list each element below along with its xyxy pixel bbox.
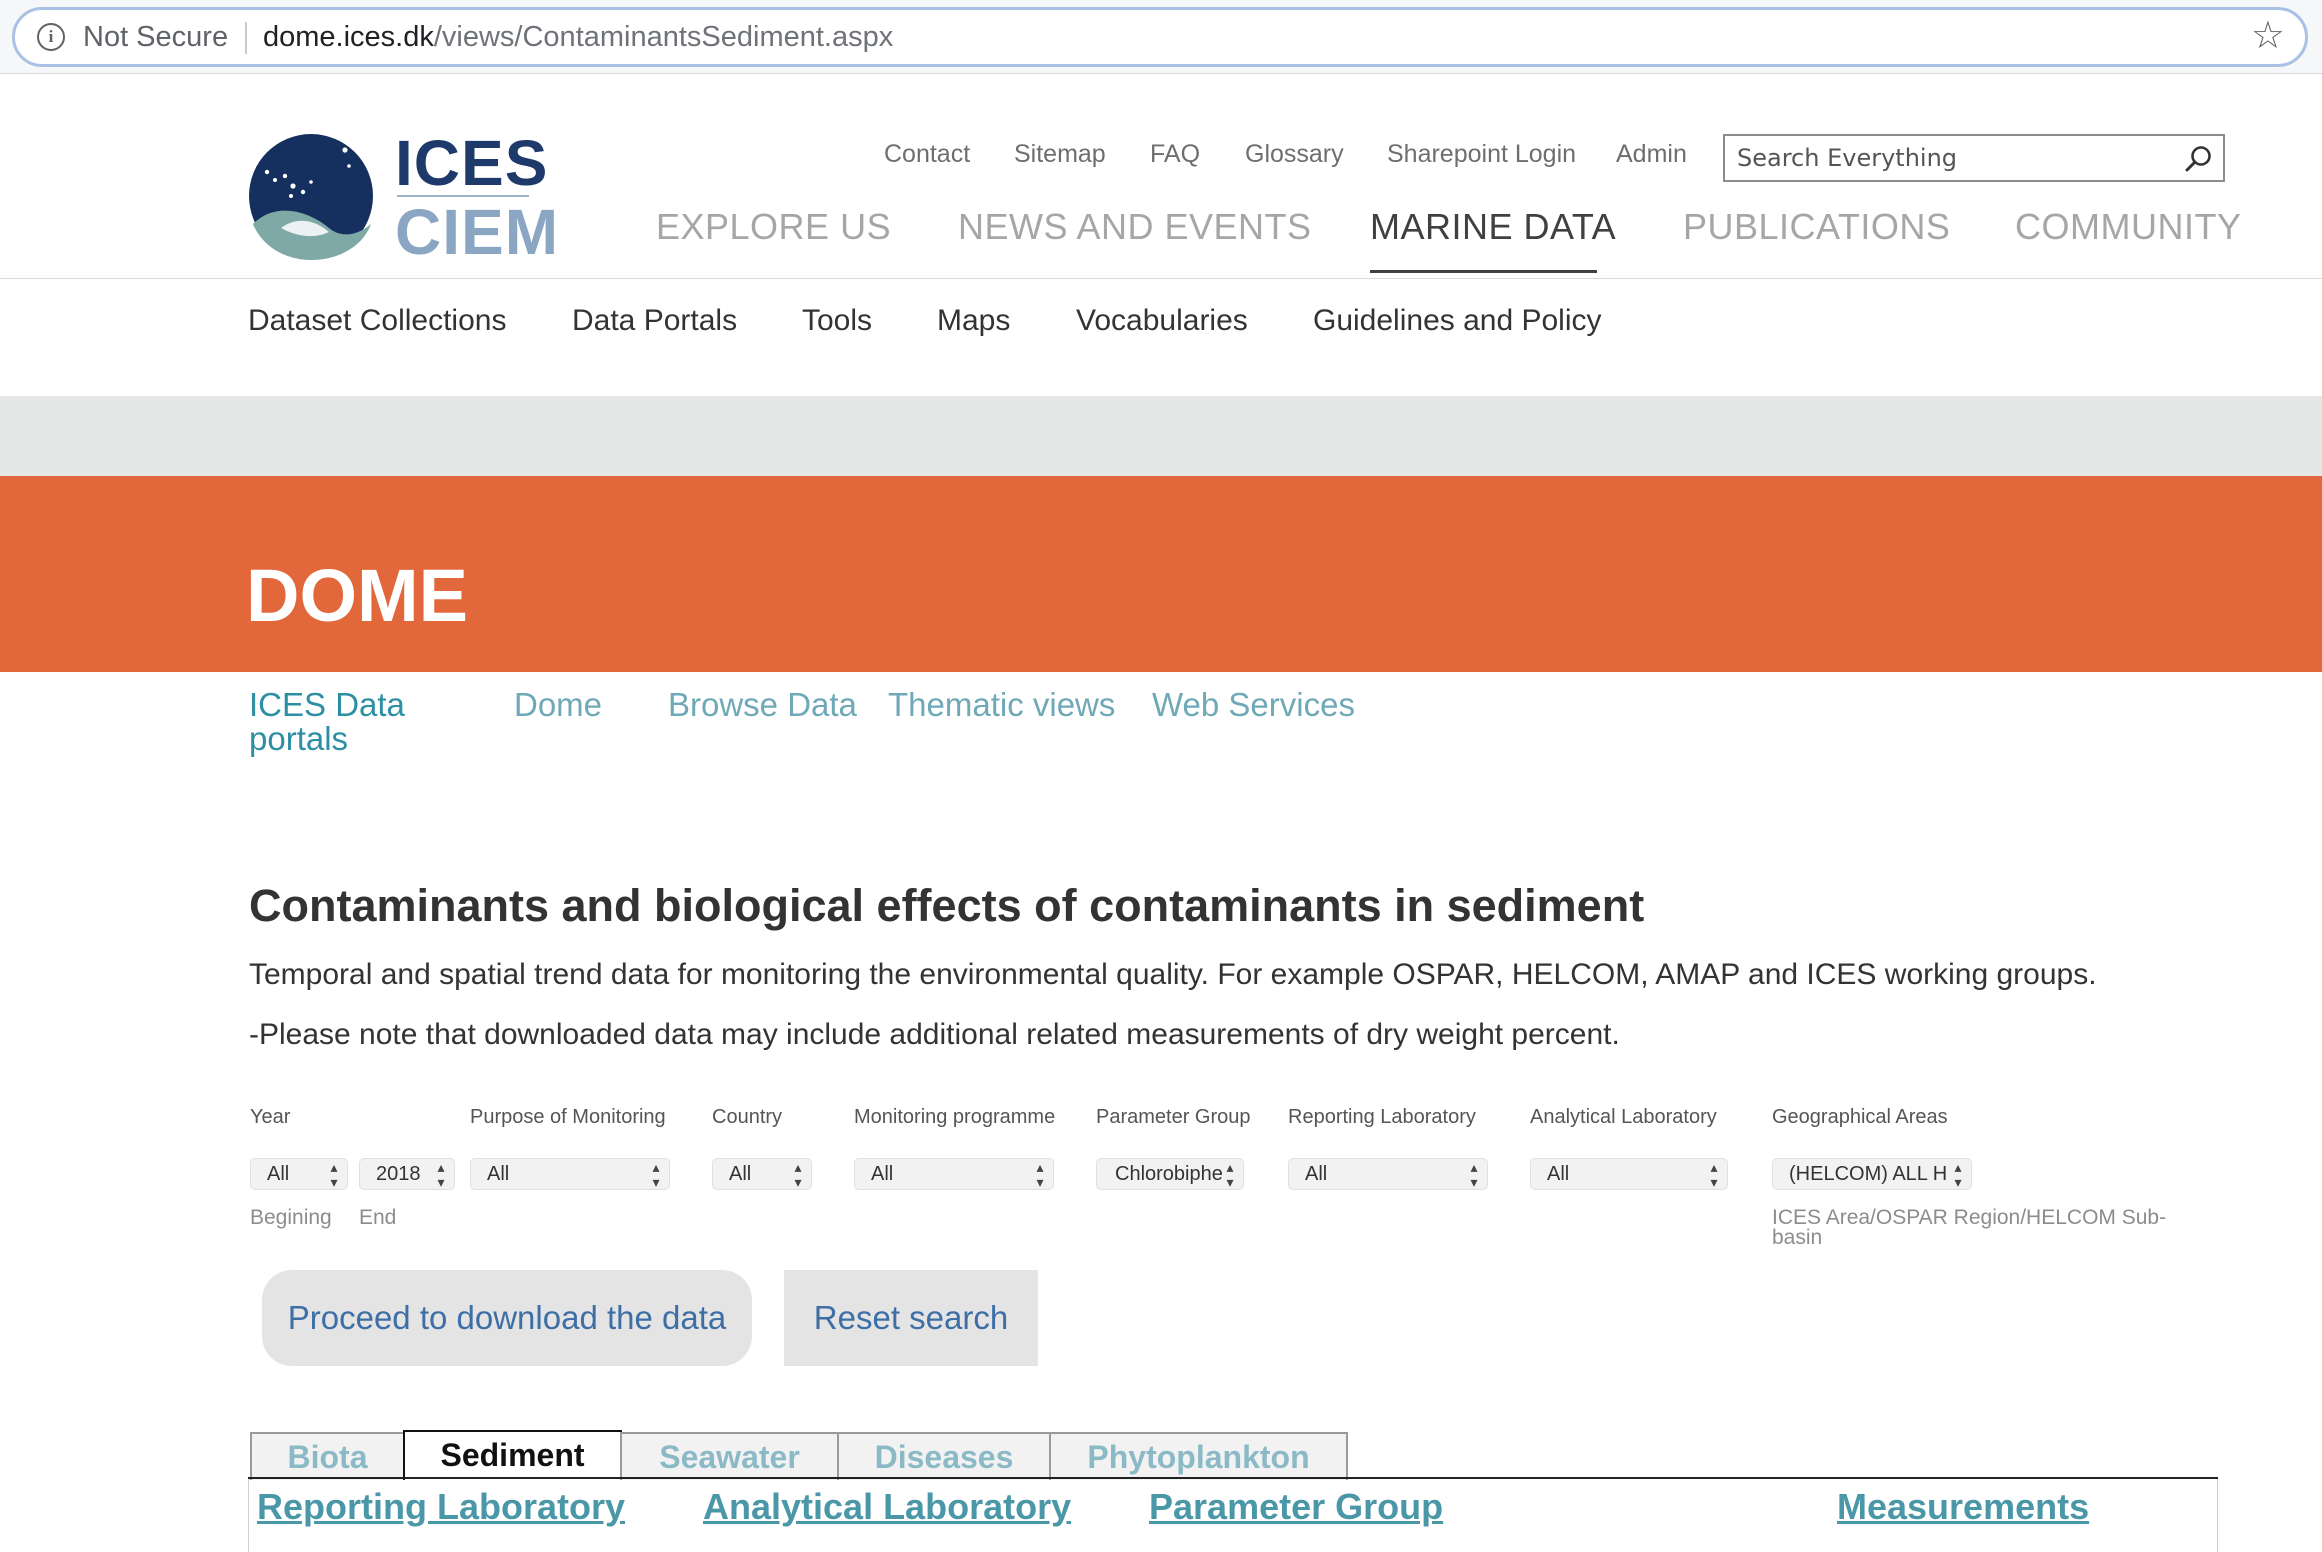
year-end-value: 2018 xyxy=(376,1163,421,1185)
tab-sediment[interactable]: Sediment xyxy=(403,1430,622,1480)
portal-nav-browse-data[interactable]: Browse Data xyxy=(668,688,857,722)
select-arrows-icon: ▴ ▾ xyxy=(1226,1159,1234,1190)
geo-area-value: (HELCOM) ALL H xyxy=(1789,1163,1948,1185)
programme-select[interactable]: All ▴ ▾ xyxy=(854,1158,1054,1190)
main-nav-active-indicator xyxy=(1370,270,1597,273)
hint-begining: Begining xyxy=(250,1206,332,1229)
browser-toolbar: i Not Secure dome.ices.dk/views/Contamin… xyxy=(0,0,2322,74)
util-link-sharepoint-login[interactable]: Sharepoint Login xyxy=(1387,140,1576,169)
year-begin-select[interactable]: All ▴ ▾ xyxy=(250,1158,348,1190)
bookmark-star-icon[interactable]: ☆ xyxy=(2251,15,2285,57)
tab-phytoplankton[interactable]: Phytoplankton xyxy=(1049,1432,1348,1480)
page-description: Temporal and spatial trend data for moni… xyxy=(249,958,2097,991)
sub-nav-maps[interactable]: Maps xyxy=(937,304,1010,338)
column-link-parameter-group[interactable]: Parameter Group xyxy=(1149,1486,1443,1528)
select-arrows-icon: ▴ ▾ xyxy=(1470,1159,1478,1190)
reset-search-button[interactable]: Reset search xyxy=(784,1270,1038,1366)
page-note: -Please note that downloaded data may in… xyxy=(249,1018,1620,1051)
logo-text-ciem: CIEM xyxy=(395,196,559,268)
page: i Not Secure dome.ices.dk/views/Contamin… xyxy=(0,0,2322,1552)
select-arrows-icon: ▴ ▾ xyxy=(1036,1159,1044,1190)
parameter-group-value: Chlorobiphe xyxy=(1115,1163,1223,1185)
sub-nav-tools[interactable]: Tools xyxy=(802,304,872,338)
select-arrows-icon: ▴ ▾ xyxy=(794,1159,802,1190)
site-search xyxy=(1723,134,2225,182)
sub-nav-vocabularies[interactable]: Vocabularies xyxy=(1076,304,1248,338)
tab-diseases[interactable]: Diseases xyxy=(837,1432,1051,1480)
sub-nav-dataset-collections[interactable]: Dataset Collections xyxy=(248,304,506,338)
download-button[interactable]: Proceed to download the data xyxy=(262,1270,752,1366)
sub-nav-data-portals[interactable]: Data Portals xyxy=(572,304,737,338)
select-arrows-icon: ▴ ▾ xyxy=(1710,1159,1718,1190)
geo-area-select[interactable]: (HELCOM) ALL H ▴ ▾ xyxy=(1772,1158,1972,1190)
tab-biota[interactable]: Biota xyxy=(250,1432,405,1480)
search-icon[interactable] xyxy=(2183,144,2213,174)
portal-nav-thematic-views[interactable]: Thematic views xyxy=(888,688,1115,722)
select-arrows-icon: ▴ ▾ xyxy=(330,1159,338,1190)
reporting-lab-value: All xyxy=(1305,1163,1328,1185)
select-arrows-icon: ▴ ▾ xyxy=(1954,1159,1962,1190)
filter-label-parameter-group: Parameter Group xyxy=(1096,1106,1251,1128)
filter-label-country: Country xyxy=(712,1106,783,1128)
portal-nav-ices-data-portals[interactable]: ICES Data portals xyxy=(249,688,449,756)
url-host: dome.ices.dk xyxy=(263,21,434,53)
filter-label-programme: Monitoring programme xyxy=(854,1106,1056,1128)
main-nav-community[interactable]: COMMUNITY xyxy=(2015,206,2241,248)
logo-text-ices: ICES xyxy=(395,127,549,199)
year-end-select[interactable]: 2018 ▴ ▾ xyxy=(359,1158,455,1190)
header-divider xyxy=(0,278,2322,279)
url-text[interactable]: dome.ices.dk/views/ContaminantsSediment.… xyxy=(263,21,893,54)
info-icon[interactable]: i xyxy=(37,23,65,51)
column-link-measurements[interactable]: Measurements xyxy=(1837,1486,2089,1528)
util-link-glossary[interactable]: Glossary xyxy=(1245,140,1344,169)
page-title: Contaminants and biological effects of c… xyxy=(249,880,1645,931)
hint-end: End xyxy=(359,1206,397,1229)
parameter-group-select[interactable]: Chlorobiphe ▴ ▾ xyxy=(1096,1158,1244,1190)
main-nav-news-and-events[interactable]: NEWS AND EVENTS xyxy=(958,206,1312,248)
filter-label-geo-areas: Geographical Areas xyxy=(1772,1106,1948,1128)
country-value: All xyxy=(729,1163,752,1185)
banner-title: DOME xyxy=(246,554,468,637)
filter-label-year: Year xyxy=(250,1106,291,1128)
breadcrumb-band xyxy=(0,396,2322,476)
tab-seawater[interactable]: Seawater xyxy=(620,1432,839,1480)
address-bar[interactable]: i Not Secure dome.ices.dk/views/Contamin… xyxy=(12,7,2308,67)
filter-label-purpose: Purpose of Monitoring xyxy=(470,1106,666,1128)
analytical-lab-select[interactable]: All ▴ ▾ xyxy=(1530,1158,1728,1190)
portal-nav-web-services[interactable]: Web Services xyxy=(1152,688,1355,722)
main-nav-marine-data[interactable]: MARINE DATA xyxy=(1370,206,1616,248)
purpose-value: All xyxy=(487,1163,510,1185)
sub-nav-guidelines-and-policy[interactable]: Guidelines and Policy xyxy=(1313,304,1602,338)
util-link-admin[interactable]: Admin xyxy=(1616,140,1687,169)
reporting-lab-select[interactable]: All ▴ ▾ xyxy=(1288,1158,1488,1190)
ices-logo[interactable]: ICES CIEM xyxy=(245,128,558,266)
main-nav-publications[interactable]: PUBLICATIONS xyxy=(1683,206,1950,248)
portal-nav-dome[interactable]: Dome xyxy=(514,688,602,722)
filter-label-analytical-lab: Analytical Laboratory xyxy=(1530,1106,1717,1128)
main-nav-explore-us[interactable]: EXPLORE US xyxy=(656,206,891,248)
year-begin-value: All xyxy=(267,1163,290,1185)
column-link-analytical-laboratory[interactable]: Analytical Laboratory xyxy=(703,1486,1071,1528)
util-link-contact[interactable]: Contact xyxy=(884,140,970,169)
filter-label-reporting-lab: Reporting Laboratory xyxy=(1288,1106,1476,1128)
country-select[interactable]: All ▴ ▾ xyxy=(712,1158,812,1190)
security-label: Not Secure xyxy=(83,21,229,53)
purpose-select[interactable]: All ▴ ▾ xyxy=(470,1158,670,1190)
util-link-sitemap[interactable]: Sitemap xyxy=(1014,140,1106,169)
url-path: /views/ContaminantsSediment.aspx xyxy=(433,21,894,53)
analytical-lab-value: All xyxy=(1547,1163,1570,1185)
programme-value: All xyxy=(871,1163,894,1185)
column-link-reporting-laboratory[interactable]: Reporting Laboratory xyxy=(257,1486,625,1528)
search-input[interactable] xyxy=(1725,136,2165,180)
logo-emblem-icon xyxy=(249,134,373,260)
hint-geo-areas: ICES Area/OSPAR Region/HELCOM Sub-basin xyxy=(1772,1206,2167,1249)
util-link-faq[interactable]: FAQ xyxy=(1150,140,1200,169)
select-arrows-icon: ▴ ▾ xyxy=(652,1159,660,1190)
select-arrows-icon: ▴ ▾ xyxy=(437,1159,445,1190)
url-divider xyxy=(245,22,247,54)
